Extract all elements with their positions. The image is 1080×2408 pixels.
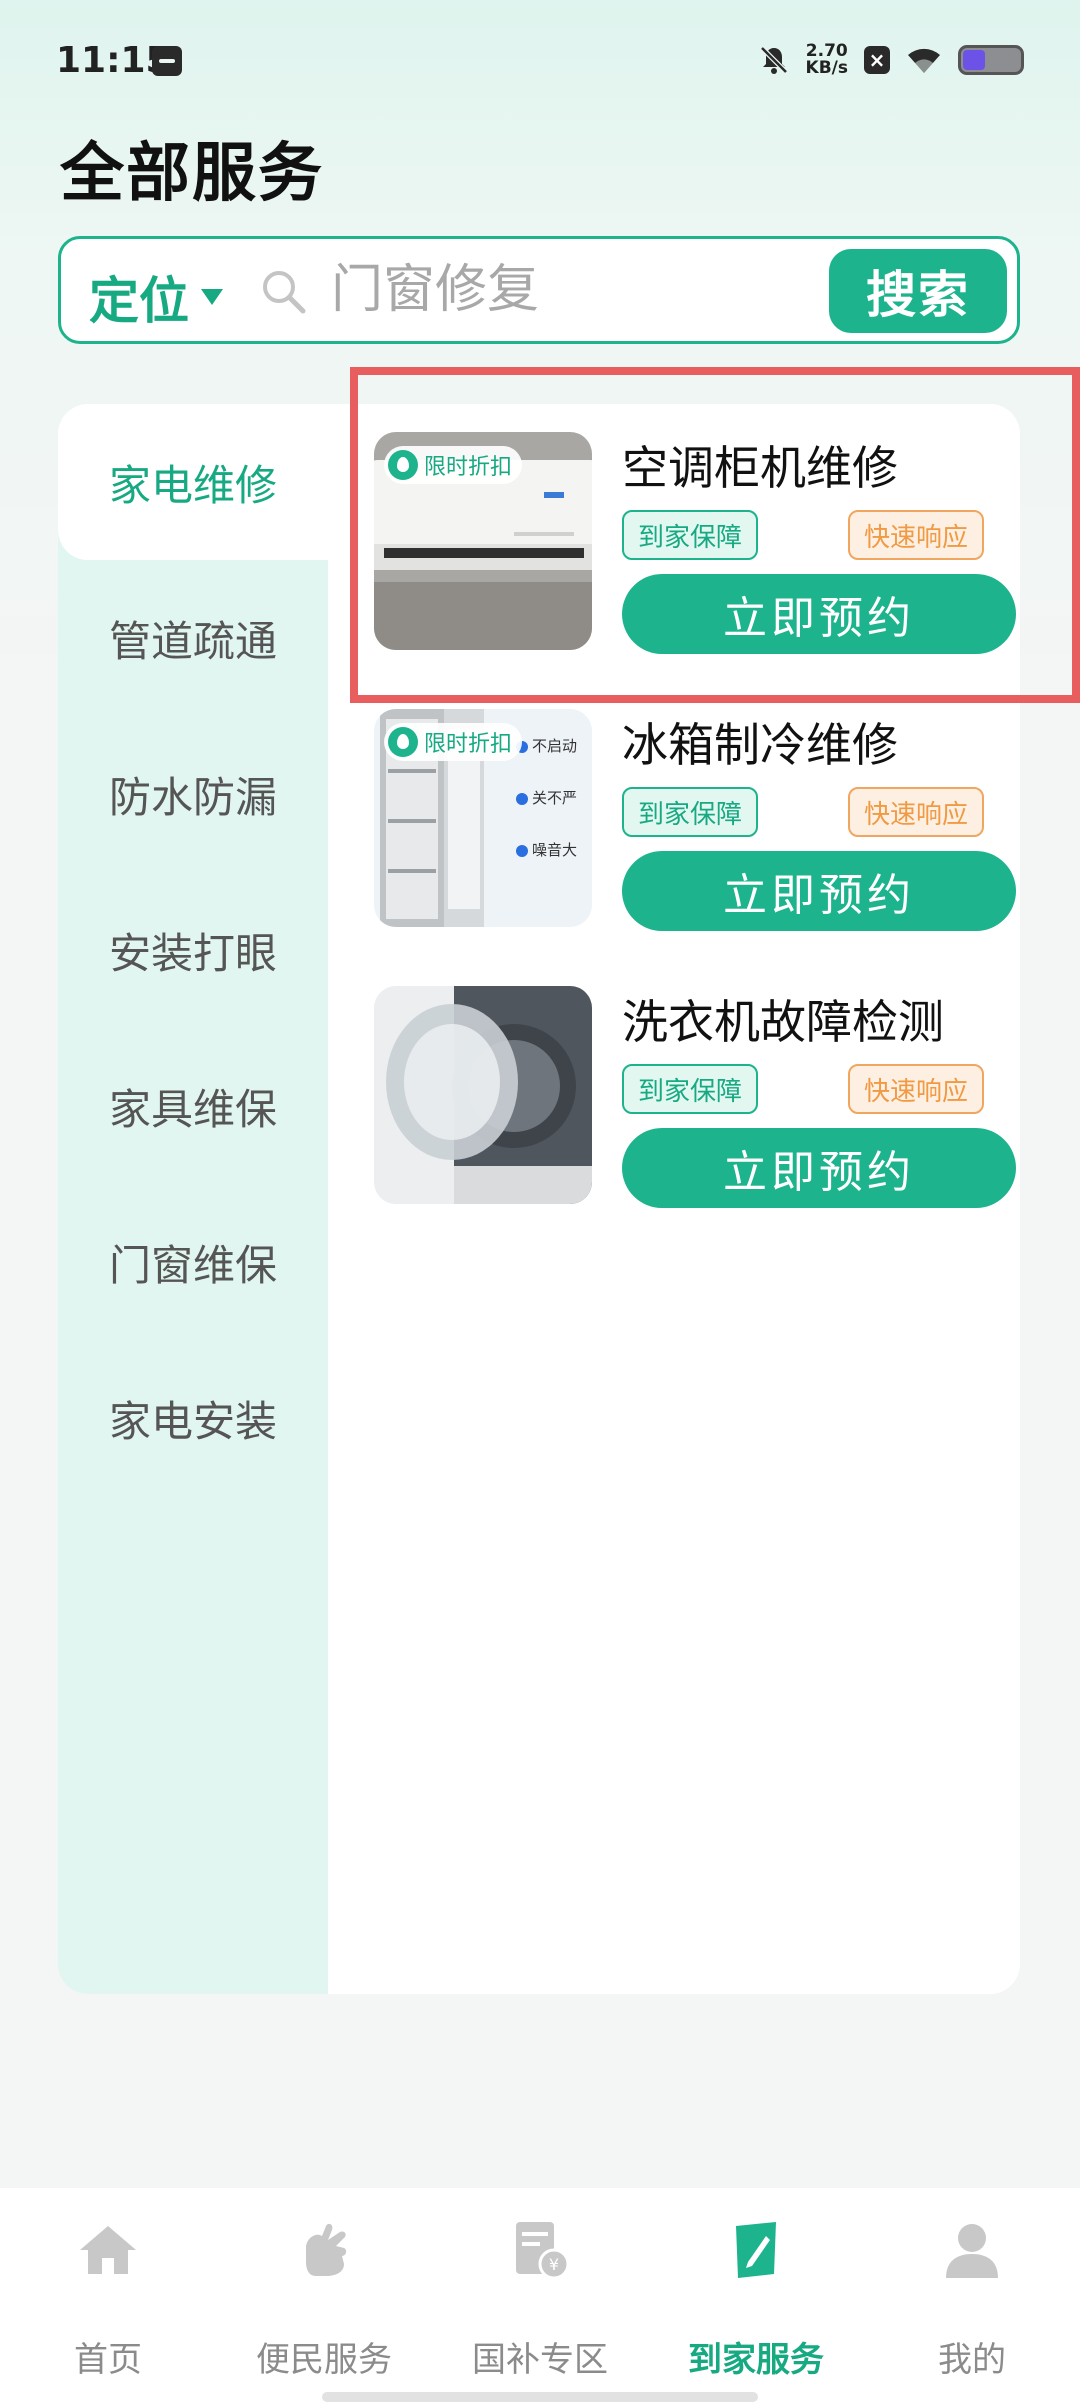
- service-title: 冰箱制冷维修: [622, 718, 898, 772]
- status-icons: 2.70 KB/s ×: [758, 40, 1024, 80]
- message-notification-icon: [152, 46, 182, 76]
- service-image: 限时折扣 不启动 关不严 噪音大: [374, 709, 592, 927]
- washing-machine-icon: [374, 986, 592, 1204]
- image-note: 不启动: [532, 737, 578, 755]
- nav-item-home-services[interactable]: 到家服务: [648, 2188, 864, 2408]
- tag-home-guarantee: 到家保障: [622, 1064, 759, 1114]
- profile-icon: [946, 2224, 998, 2278]
- nav-label: 到家服务: [688, 2340, 824, 2380]
- service-card[interactable]: 洗衣机故障检测 到家保障 快速响应 立即预约: [374, 986, 1016, 1208]
- image-note: 噪音大: [532, 841, 578, 859]
- nav-label: 我的: [938, 2340, 1006, 2380]
- location-selector[interactable]: 定位: [89, 261, 223, 333]
- page-title: 全部服务: [60, 137, 324, 211]
- image-note: 关不严: [532, 789, 578, 807]
- book-now-button[interactable]: 立即预约: [622, 1128, 1016, 1208]
- svg-text:¥: ¥: [549, 2255, 559, 2274]
- sidebar-item-installation-drilling[interactable]: 安装打眼: [58, 872, 328, 1028]
- fire-icon: [388, 727, 418, 757]
- subsidy-icon: ¥: [516, 2222, 570, 2280]
- home-indicator[interactable]: [322, 2392, 758, 2402]
- battery-icon: [958, 45, 1024, 75]
- search-bar: 定位 搜索: [58, 236, 1020, 344]
- highlight-box: [350, 367, 1080, 703]
- sidebar-item-furniture-maintenance[interactable]: 家具维保: [58, 1028, 328, 1184]
- nav-item-home[interactable]: 首页: [0, 2188, 216, 2408]
- nav-item-subsidy-zone[interactable]: ¥ 国补专区: [432, 2188, 648, 2408]
- search-input[interactable]: [331, 253, 851, 327]
- hand-icon: [306, 2223, 347, 2276]
- nav-label: 便民服务: [256, 2340, 392, 2380]
- sidebar-item-appliance-repair[interactable]: 家电维修: [58, 404, 328, 560]
- category-sidebar: 家电维修 管道疏通 防水防漏 安装打眼 家具维保 门窗维保 家电安装: [58, 404, 328, 1994]
- service-image: [374, 986, 592, 1204]
- search-icon: [263, 271, 306, 314]
- status-bar: 11:15 2.70 KB/s ×: [0, 0, 1080, 120]
- location-label: 定位: [89, 272, 189, 330]
- close-box-icon: ×: [864, 46, 890, 74]
- service-title: 洗衣机故障检测: [622, 995, 944, 1049]
- bottom-nav: 首页 便民服务 ¥ 国补专区 到家服务 我的: [0, 2188, 1080, 2408]
- nav-item-convenience-services[interactable]: 便民服务: [216, 2188, 432, 2408]
- tag-fast-response: 快速响应: [848, 1064, 985, 1114]
- search-button[interactable]: 搜索: [829, 249, 1007, 333]
- nav-label: 国补专区: [472, 2340, 608, 2380]
- tag-home-guarantee: 到家保障: [622, 787, 759, 837]
- network-speed: 2.70 KB/s: [806, 43, 848, 77]
- service-card[interactable]: 限时折扣 不启动 关不严 噪音大 冰箱制冷维修 到家保障 快速响应 立即预约: [374, 709, 1016, 931]
- nav-label: 首页: [74, 2340, 142, 2380]
- caret-down-icon: [201, 289, 223, 305]
- limited-discount-badge: 限时折扣: [384, 723, 523, 761]
- book-now-button[interactable]: 立即预约: [622, 851, 1016, 931]
- mute-bell-icon: [759, 46, 788, 74]
- sidebar-item-waterproofing[interactable]: 防水防漏: [58, 716, 328, 872]
- nav-item-profile[interactable]: 我的: [864, 2188, 1080, 2408]
- sidebar-item-pipe-dredging[interactable]: 管道疏通: [58, 560, 328, 716]
- home-icon: [80, 2226, 136, 2274]
- badge-label: 限时折扣: [424, 732, 513, 757]
- network-speed-unit: KB/s: [805, 58, 848, 78]
- wifi-icon: [908, 48, 940, 73]
- sidebar-item-appliance-installation[interactable]: 家电安装: [58, 1340, 328, 1496]
- tag-fast-response: 快速响应: [848, 787, 985, 837]
- home-service-icon: [736, 2222, 776, 2278]
- sidebar-item-door-window-maintenance[interactable]: 门窗维保: [58, 1184, 328, 1340]
